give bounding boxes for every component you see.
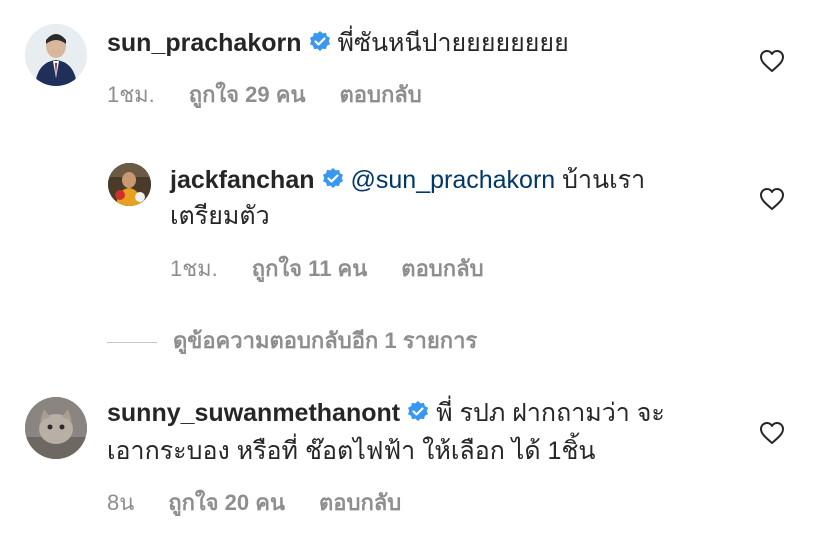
comment-meta: 1ชม. ถูกใจ 29 คน ตอบกลับ	[107, 77, 456, 112]
verified-badge-icon	[308, 29, 332, 53]
reply-button[interactable]: ตอบกลับ	[319, 490, 401, 515]
comment-meta: 8น ถูกใจ 20 คน ตอบกลับ	[107, 485, 435, 520]
verified-badge-icon	[406, 399, 430, 423]
divider	[107, 341, 157, 343]
comment-likes[interactable]: ถูกใจ 29 คน	[189, 82, 306, 107]
mention-link[interactable]: @sun_prachakorn	[351, 166, 556, 194]
comment-time: 1ชม.	[170, 256, 218, 281]
heart-outline-icon[interactable]	[759, 187, 785, 211]
avatar-sun-prachakorn[interactable]	[25, 24, 87, 86]
comment-likes[interactable]: ถูกใจ 11 คน	[252, 256, 368, 281]
avatar-jackfanchan[interactable]	[108, 163, 151, 206]
comment-likes[interactable]: ถูกใจ 20 คน	[168, 490, 285, 515]
reply-button[interactable]: ตอบกลับ	[401, 256, 483, 281]
comment-text-continued: เตรียมตัว	[170, 202, 270, 230]
heart-outline-icon[interactable]	[759, 421, 785, 445]
comment-time: 1ชม.	[107, 82, 155, 107]
comment-text-continued: เอากระบอง หรือที่ ช๊อตไฟฟ้า ให้เลือก ได้…	[107, 437, 596, 465]
view-replies-toggle[interactable]: ดูข้อความตอบกลับอีก 1 รายการ	[107, 323, 477, 358]
comment-time: 8น	[107, 490, 135, 515]
heart-outline-icon[interactable]	[759, 49, 785, 73]
comment-username[interactable]: jackfanchan	[170, 166, 315, 194]
reply-button[interactable]: ตอบกลับ	[340, 82, 422, 107]
comment-meta: 1ชม. ถูกใจ 11 คน ตอบกลับ	[170, 251, 518, 286]
comment-text: บ้านเรา	[562, 166, 646, 194]
comment-username[interactable]: sun_prachakorn	[107, 29, 302, 57]
comment-text: พี่ซันหนีปายยยยยยยย	[337, 29, 569, 57]
view-replies-label[interactable]: ดูข้อความตอบกลับอีก 1 รายการ	[173, 328, 477, 353]
verified-badge-icon	[321, 166, 345, 190]
comment-text: พี่ รปภ ฝากถามว่า จะ	[436, 399, 665, 427]
avatar-sunny-suwanmethanont[interactable]	[25, 397, 87, 459]
comment-username[interactable]: sunny_suwanmethanont	[107, 399, 400, 427]
